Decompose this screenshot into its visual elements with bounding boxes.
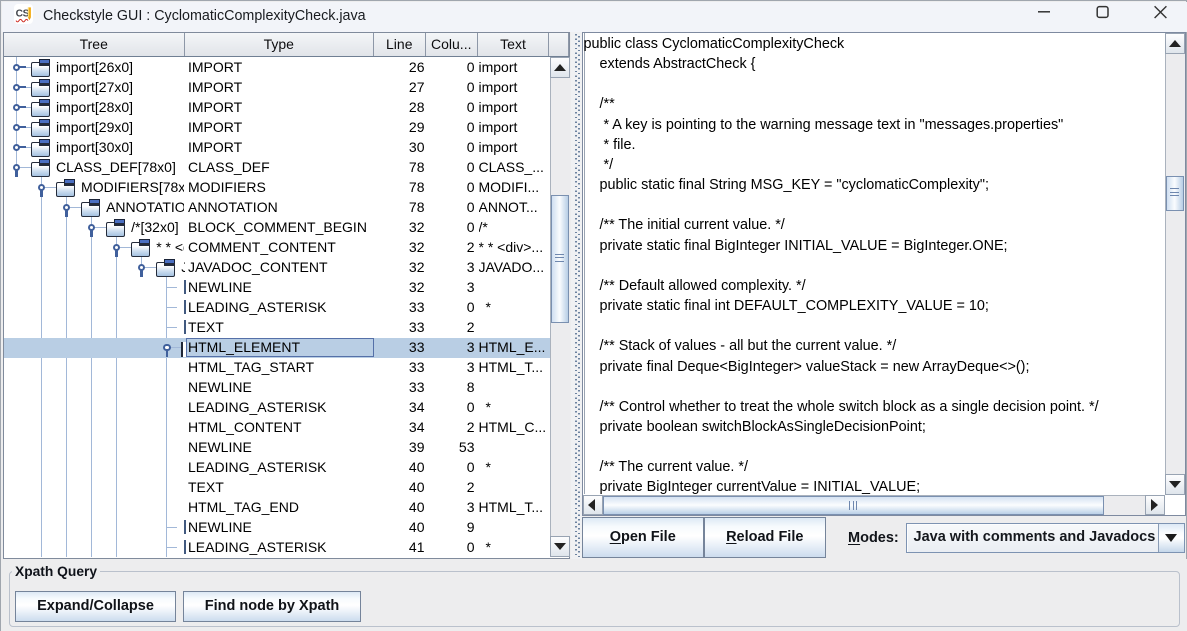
svg-text:CS: CS [16,9,30,20]
